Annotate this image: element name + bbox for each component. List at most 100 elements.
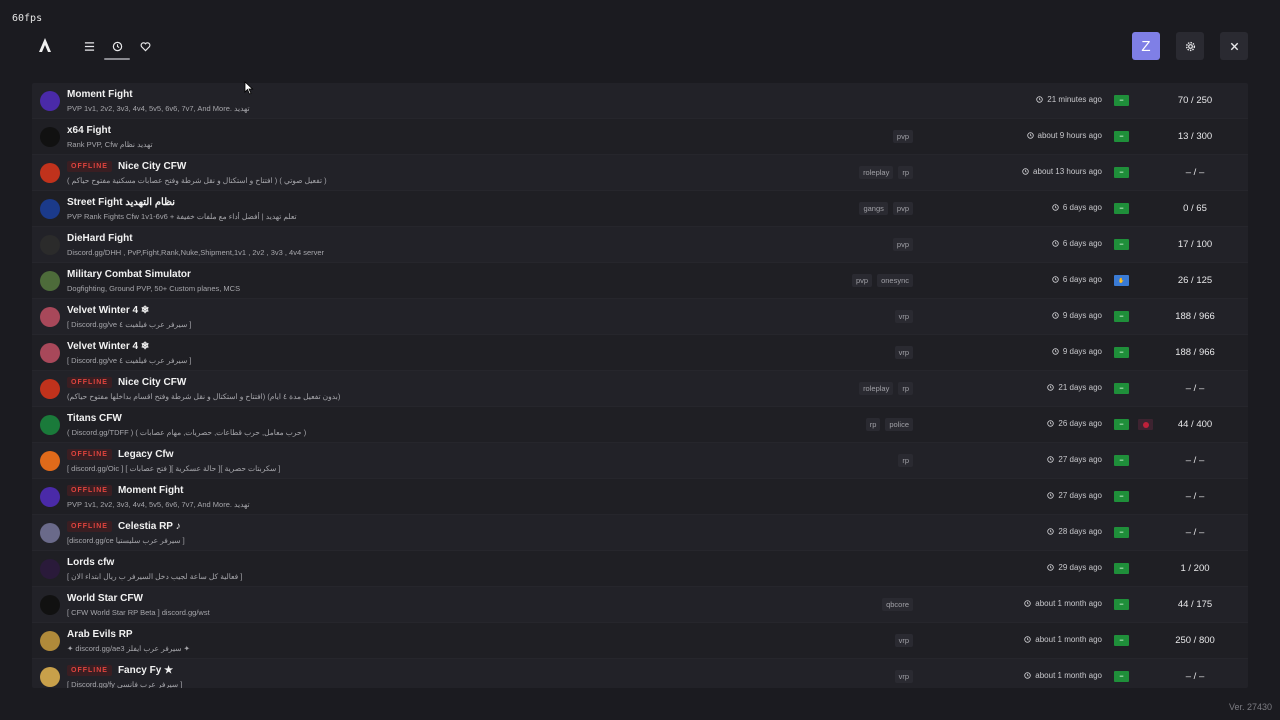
last-seen: 9 days ago bbox=[1052, 347, 1102, 356]
server-tag[interactable]: vrp bbox=[894, 346, 913, 359]
server-name-line: Titans CFW bbox=[67, 411, 707, 425]
locale-flag-blue-icon: ✋ bbox=[1114, 275, 1129, 286]
last-seen-text: 6 days ago bbox=[1062, 275, 1102, 284]
server-row[interactable]: OFFLINE Moment Fight PVP 1v1, 2v2, 3v3, 4v… bbox=[32, 479, 1248, 515]
server-tag[interactable]: vrp bbox=[894, 634, 913, 647]
server-row[interactable]: Velvet Winter 4 ❄ [ Discord.gg/ve سيرفر ع… bbox=[32, 335, 1248, 371]
server-description: [discord.gg/ce سيرفر عرب سليستيا ] bbox=[67, 536, 185, 545]
server-name: Moment Fight bbox=[117, 484, 184, 496]
server-row[interactable]: Velvet Winter 4 ❄ [ Discord.gg/ve سيرفر ع… bbox=[32, 299, 1248, 335]
server-info: OFFLINE Celestia RP ♪ [discord.gg/ce سيرفر… bbox=[67, 519, 707, 545]
server-icon bbox=[40, 91, 60, 111]
server-info: Street Fight نظام التهديد PVP Rank Fights… bbox=[67, 195, 707, 222]
server-row[interactable]: Moment Fight PVP 1v1, 2v2, 3v3, 4v4, 5v5,… bbox=[32, 83, 1248, 119]
server-tags: pvp onesync bbox=[851, 274, 913, 287]
server-tag[interactable]: rp bbox=[865, 418, 881, 431]
server-row[interactable]: OFFLINE Nice City CFW ( افتتاح و استكتال و… bbox=[32, 155, 1248, 191]
close-button[interactable] bbox=[1220, 32, 1248, 60]
server-info: Titans CFW ( Discord.gg/TDFF ) ( حرب معام… bbox=[67, 411, 707, 438]
server-tag[interactable]: roleplay bbox=[859, 166, 894, 179]
top-nav bbox=[80, 36, 154, 60]
server-row[interactable]: Arab Evils RP ✦ discord.gg/ae3 سيرفر عرب … bbox=[32, 623, 1248, 659]
player-count: 44 / 175 bbox=[1177, 599, 1213, 610]
server-icon bbox=[40, 199, 60, 219]
mouse-cursor-icon bbox=[244, 81, 254, 95]
server-row[interactable]: Street Fight نظام التهديد PVP Rank Fights… bbox=[32, 191, 1248, 227]
server-tag[interactable]: pvp bbox=[851, 274, 873, 287]
server-row[interactable]: DieHard Fight Discord.gg/DHH , PvP,Fight,… bbox=[32, 227, 1248, 263]
server-info: Lords cfw [ فعالية كل ساعة لجيب دخل السير… bbox=[67, 555, 707, 582]
player-count: 70 / 250 bbox=[1177, 95, 1213, 106]
window-controls: Z bbox=[1132, 32, 1248, 60]
server-icon bbox=[40, 523, 60, 543]
nav-favorites[interactable] bbox=[136, 36, 154, 56]
server-name: Fancy Fy ★ bbox=[117, 664, 174, 676]
server-tag[interactable]: roleplay bbox=[859, 382, 894, 395]
last-seen: 9 days ago bbox=[1052, 311, 1102, 320]
server-row[interactable]: World Star CFW [ CFW World Star RP Beta ]… bbox=[32, 587, 1248, 623]
server-description: [ Discord.gg/fy سيرفر عرب فانسي ] bbox=[67, 680, 183, 688]
server-icon bbox=[40, 631, 60, 651]
server-tag[interactable]: onesync bbox=[877, 274, 913, 287]
nav-servers-list[interactable] bbox=[80, 36, 98, 56]
nav-history[interactable] bbox=[104, 36, 130, 60]
player-count: – / – bbox=[1185, 383, 1205, 394]
server-icon bbox=[40, 163, 60, 183]
server-tag[interactable]: rp bbox=[898, 166, 913, 179]
server-tag[interactable]: pvp bbox=[892, 238, 913, 251]
offline-badge: OFFLINE bbox=[67, 376, 112, 388]
server-name: Moment Fight bbox=[67, 88, 133, 100]
server-name: Arab Evils RP bbox=[67, 628, 133, 640]
secondary-flag-icon bbox=[1138, 419, 1153, 430]
server-tags: rp bbox=[898, 454, 913, 467]
server-info: OFFLINE Nice City CFW (افتتاح و استكتال و … bbox=[67, 375, 707, 401]
clock-icon bbox=[1024, 636, 1032, 643]
offline-badge: OFFLINE bbox=[67, 160, 112, 172]
server-tag[interactable]: vrp bbox=[894, 310, 913, 323]
last-seen-text: 29 days ago bbox=[1058, 563, 1102, 572]
server-info: x64 Fight Rank PVP, Cfw تهديد نظام bbox=[67, 123, 707, 150]
server-row[interactable]: Titans CFW ( Discord.gg/TDFF ) ( حرب معام… bbox=[32, 407, 1248, 443]
server-name: DieHard Fight bbox=[67, 232, 133, 244]
last-seen: 29 days ago bbox=[1047, 563, 1102, 572]
user-avatar[interactable]: Z bbox=[1132, 32, 1160, 60]
last-seen: about 1 month ago bbox=[1024, 671, 1102, 680]
settings-button[interactable] bbox=[1176, 32, 1204, 60]
last-seen-text: 27 days ago bbox=[1058, 491, 1102, 500]
clock-icon bbox=[1022, 168, 1029, 175]
saudi-flag-icon: ═ bbox=[1114, 131, 1129, 142]
server-row[interactable]: Lords cfw [ فعالية كل ساعة لجيب دخل السير… bbox=[32, 551, 1248, 587]
server-row[interactable]: x64 Fight Rank PVP, Cfw تهديد نظام pvp abou… bbox=[32, 119, 1248, 155]
server-row[interactable]: OFFLINE Legacy Cfw [ discord.gg/Oic ] [ فت… bbox=[32, 443, 1248, 479]
last-seen-text: 9 days ago bbox=[1062, 347, 1102, 356]
server-tag[interactable]: rp bbox=[898, 382, 913, 395]
server-tag[interactable]: gangs bbox=[859, 202, 888, 215]
app-logo-icon[interactable] bbox=[37, 37, 53, 53]
server-row[interactable]: OFFLINE Nice City CFW (افتتاح و استكتال و … bbox=[32, 371, 1248, 407]
server-tag[interactable]: vrp bbox=[894, 670, 913, 683]
server-tag[interactable]: pvp bbox=[892, 130, 913, 143]
clock-icon bbox=[1026, 132, 1034, 139]
server-tag[interactable]: pvp bbox=[892, 202, 913, 215]
server-tags: vrp bbox=[894, 346, 913, 359]
server-tag[interactable]: police bbox=[885, 418, 913, 431]
player-count: – / – bbox=[1185, 527, 1205, 538]
saudi-flag-icon: ═ bbox=[1114, 671, 1129, 682]
server-name: Velvet Winter 4 ❄ bbox=[67, 304, 150, 316]
saudi-flag-icon: ═ bbox=[1114, 563, 1129, 574]
last-seen-text: about 9 hours ago bbox=[1037, 131, 1103, 140]
clock-icon bbox=[1036, 96, 1044, 103]
clock-icon bbox=[1024, 672, 1032, 679]
saudi-flag-icon: ═ bbox=[1114, 599, 1129, 610]
server-tag[interactable]: rp bbox=[898, 454, 913, 467]
clock-icon bbox=[1047, 456, 1055, 463]
last-seen-text: about 1 month ago bbox=[1035, 635, 1102, 644]
player-count: 17 / 100 bbox=[1177, 239, 1213, 250]
server-row[interactable]: OFFLINE Fancy Fy ★ [ Discord.gg/fy سيرفر ع… bbox=[32, 659, 1248, 688]
version-label: Ver. 27430 bbox=[1228, 702, 1272, 712]
server-row[interactable]: Military Combat Simulator Dogfighting, Gr… bbox=[32, 263, 1248, 299]
server-row[interactable]: OFFLINE Celestia RP ♪ [discord.gg/ce سيرفر… bbox=[32, 515, 1248, 551]
last-seen-text: 6 days ago bbox=[1062, 239, 1102, 248]
server-icon bbox=[40, 415, 60, 435]
server-tag[interactable]: qbcore bbox=[882, 598, 913, 611]
